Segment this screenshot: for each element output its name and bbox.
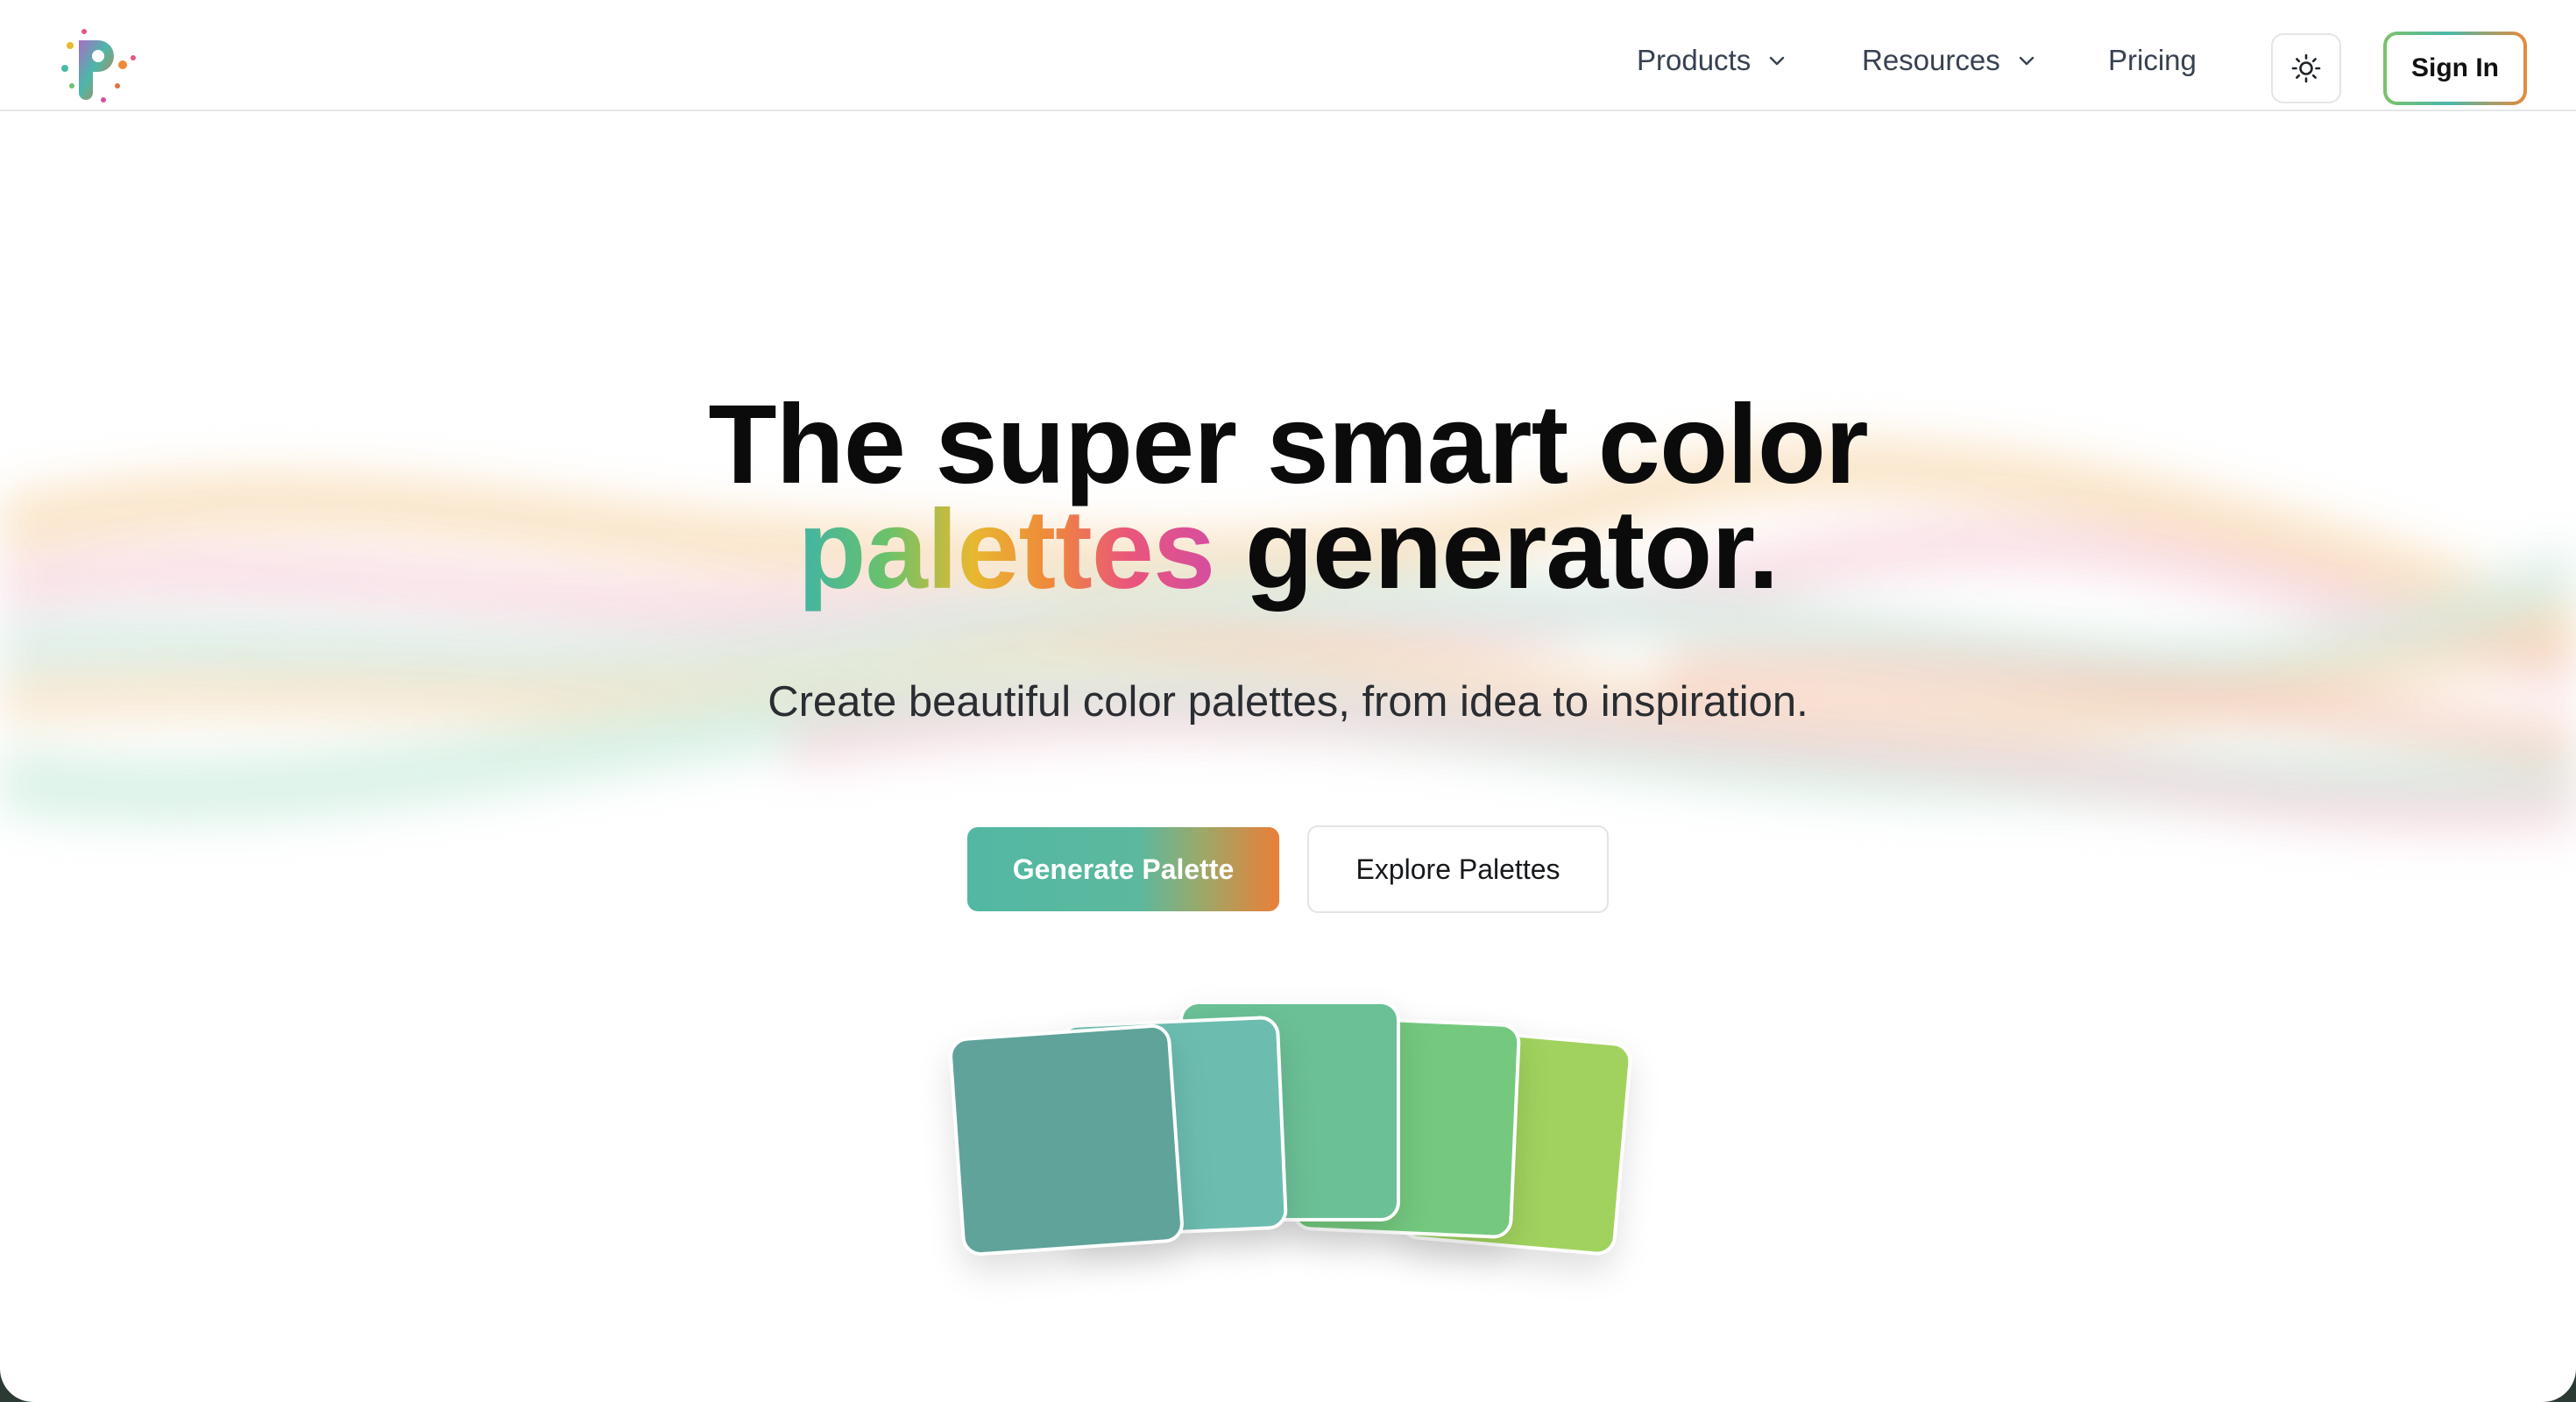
hero-title: The super smart color palettes generator… (0, 389, 2576, 606)
logo-icon[interactable] (60, 25, 144, 109)
nav-pricing[interactable]: Pricing (2108, 44, 2197, 77)
generate-palette-button[interactable]: Generate Palette (967, 827, 1279, 911)
nav-products[interactable]: Products (1637, 44, 1787, 77)
nav-resources-label: Resources (1862, 44, 2000, 76)
chevron-down-icon (1770, 56, 1785, 66)
top-navbar: Products Resources Pricing Sign In (0, 0, 2576, 111)
sign-in-button[interactable]: Sign In (2383, 32, 2527, 105)
chevron-down-icon (2019, 56, 2034, 66)
sign-in-label: Sign In (2387, 35, 2523, 102)
nav-resources[interactable]: Resources (1862, 44, 2037, 77)
theme-toggle-button[interactable] (2271, 33, 2341, 103)
hero-subtitle: Create beautiful color palettes, from id… (768, 678, 1808, 726)
hero-title-accent: palettes (797, 487, 1215, 612)
hero-title-line2: generator. (1214, 487, 1780, 612)
explore-palettes-button[interactable]: Explore Palettes (1307, 825, 1609, 913)
nav-products-label: Products (1637, 44, 1752, 76)
sun-icon (2291, 53, 2321, 83)
nav-pricing-label: Pricing (2108, 44, 2197, 76)
browser-window: Products Resources Pricing Sign In The s… (0, 0, 2576, 1402)
palette-card[interactable] (947, 1023, 1185, 1257)
